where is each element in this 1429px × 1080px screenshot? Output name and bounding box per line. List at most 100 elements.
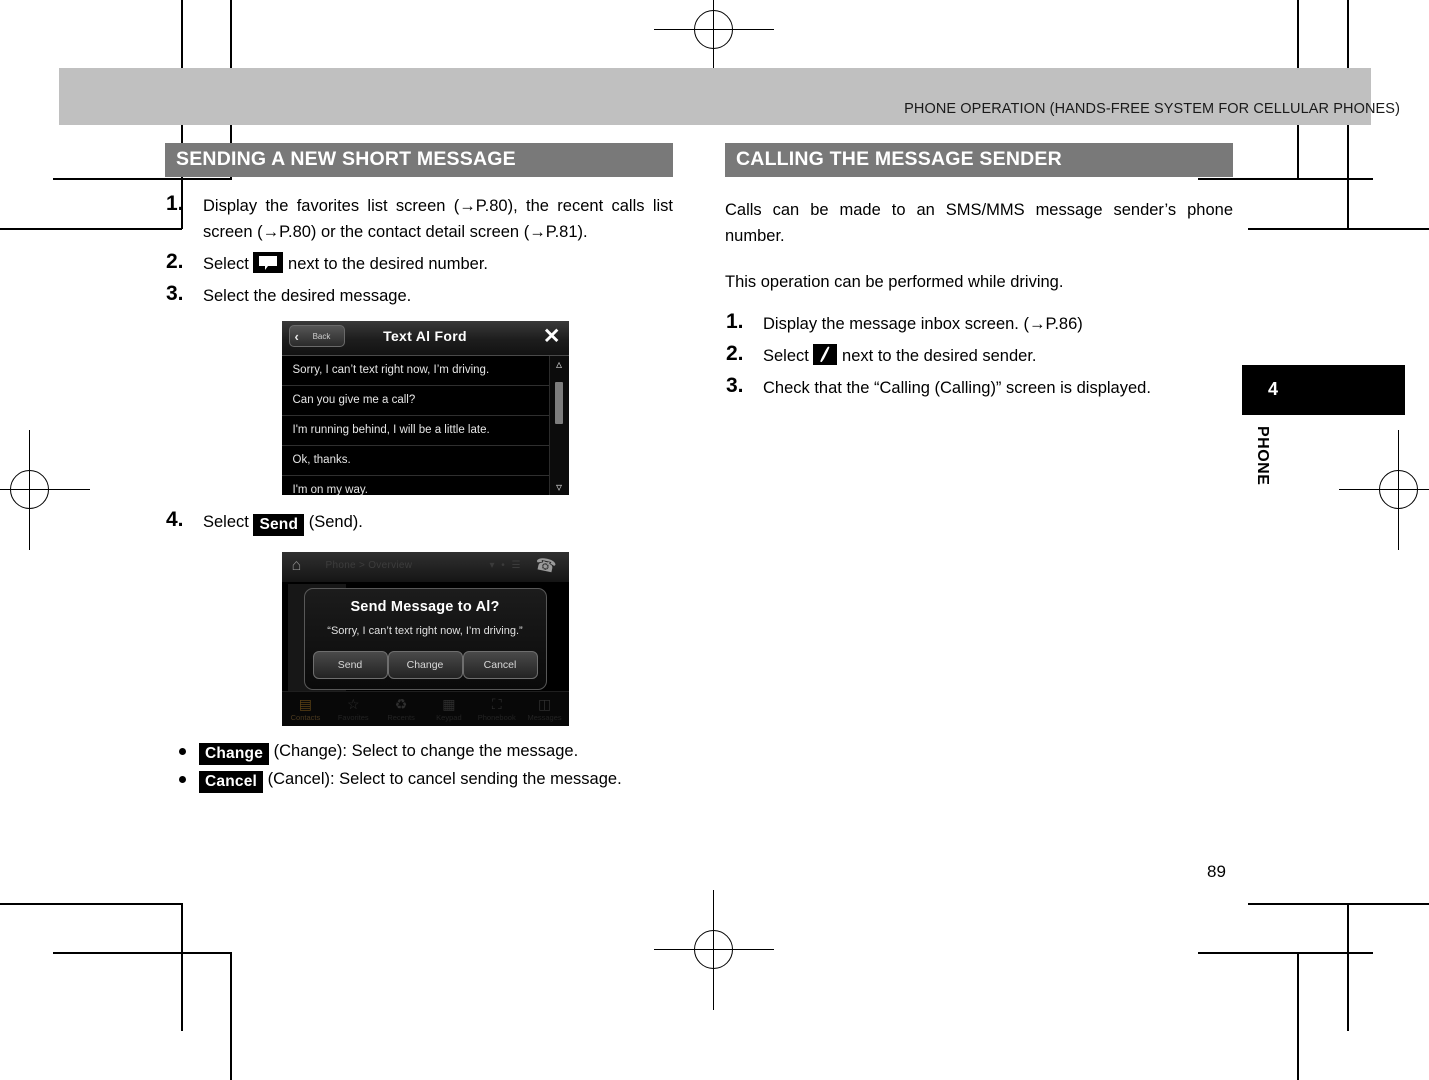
dialog-button-row: Send Change Cancel xyxy=(312,651,538,679)
left-column-steps: 1. Display the favorites list screen (→P… xyxy=(165,192,673,309)
registration-mark-bottom xyxy=(654,890,774,1010)
phone-handset-icon[interactable] xyxy=(813,344,838,365)
bullet-cancel: Cancel (Cancel): Select to cancel sendin… xyxy=(179,766,673,793)
message-list-screenshot: ‹ Back Text Al Ford ✕ Sorry, I can’t tex… xyxy=(281,321,569,495)
step-number: 1. xyxy=(726,310,744,333)
tab-label: Favorites xyxy=(337,712,369,722)
dialog-cancel-button[interactable]: Cancel xyxy=(462,651,538,679)
step-text-after: next to the desired number. xyxy=(288,255,489,273)
chapter-thumb-tab: 4 xyxy=(1242,365,1405,415)
section-heading-calling-sender: CALLING THE MESSAGE SENDER xyxy=(725,143,1233,177)
option-bullets: Change (Change): Select to change the me… xyxy=(165,738,673,793)
contacts-icon: ▤ xyxy=(298,695,313,712)
crop-mark-line xyxy=(1248,228,1429,230)
star-icon: ☆ xyxy=(346,695,360,712)
step-3: 3. Select the desired message. xyxy=(165,282,673,309)
scrollbar[interactable]: ▵ ▿ xyxy=(548,356,569,495)
step-number: 2. xyxy=(166,250,184,273)
step-number: 2. xyxy=(726,342,744,365)
chapter-label: PHONE xyxy=(1254,426,1271,486)
dialog-question: Send Message to Al? xyxy=(350,599,500,615)
breadcrumb: Phone > Overview xyxy=(325,560,413,571)
confirmation-dialog: Send Message to Al? “Sorry, I can’t text… xyxy=(303,588,547,690)
phone-handset-icon: ☎ xyxy=(533,554,559,577)
tab-messages[interactable]: ◫ Messages xyxy=(521,696,569,723)
step-text: Check that the “Calling (Calling)” scree… xyxy=(763,379,1151,397)
left-column-steps-continued: 4. Select Send (Send). xyxy=(165,508,673,536)
tab-label: Contacts xyxy=(290,712,321,722)
step-text-after: (Send). xyxy=(308,513,363,531)
step-text: Display the favorites list screen (→P.80… xyxy=(203,197,673,241)
status-icons: ▾ • ☰ xyxy=(489,560,523,571)
bullet-dot-icon xyxy=(179,776,186,783)
crop-mark-line xyxy=(1248,903,1429,905)
left-column: SENDING A NEW SHORT MESSAGE 1. Display t… xyxy=(165,143,673,794)
tab-label: Messages xyxy=(527,712,562,722)
tab-label: Keypad xyxy=(436,712,462,722)
crop-mark-line xyxy=(1347,903,1349,1031)
chapter-number: 4 xyxy=(1268,379,1279,399)
message-bubble-icon[interactable] xyxy=(253,252,284,273)
keypad-icon: ▦ xyxy=(442,695,456,712)
step-1: 1. Display the message inbox screen. (→P… xyxy=(725,310,1233,337)
step-text-after: next to the desired sender. xyxy=(842,347,1037,365)
step-text-before: Select xyxy=(763,347,809,365)
right-column: CALLING THE MESSAGE SENDER Calls can be … xyxy=(725,143,1233,407)
tab-recents[interactable]: ♻ Recents xyxy=(377,696,425,723)
change-keycap[interactable]: Change xyxy=(199,743,270,765)
tab-keypad[interactable]: ▦ Keypad xyxy=(425,696,473,723)
tab-contacts[interactable]: ▤ Contacts xyxy=(282,696,330,723)
step-number: 1. xyxy=(166,192,184,215)
crop-mark-line xyxy=(1297,952,1299,1080)
list-item[interactable]: I'm running behind, I will be a little l… xyxy=(281,416,569,446)
page-number: 89 xyxy=(1207,862,1226,881)
bullet-change: Change (Change): Select to change the me… xyxy=(179,738,673,765)
tab-phonebook[interactable]: ⛶ Phonebook xyxy=(473,696,521,723)
tab-label: Recents xyxy=(387,712,415,722)
step-2: 2. Select next to the desired number. xyxy=(165,250,673,277)
tab-favorites[interactable]: ☆ Favorites xyxy=(329,696,377,723)
recents-icon: ♻ xyxy=(394,695,408,712)
bullet-dot-icon xyxy=(179,748,186,755)
section-heading-sending-message: SENDING A NEW SHORT MESSAGE xyxy=(165,143,673,177)
send-confirmation-screenshot: ⌂ Phone > Overview ▾ • ☰ ☎ Send Message … xyxy=(281,552,569,726)
step-number: 3. xyxy=(726,374,744,397)
running-header-title: PHONE OPERATION (HANDS-FREE SYSTEM FOR C… xyxy=(904,101,1400,117)
dialog-change-button[interactable]: Change xyxy=(387,651,463,679)
chevron-up-icon[interactable]: ▵ xyxy=(550,357,569,371)
step-text: Display the message inbox screen. (→P.86… xyxy=(763,315,1083,333)
crop-mark-line xyxy=(1198,952,1373,954)
dialog-message-body: “Sorry, I can’t text right now, I’m driv… xyxy=(327,625,523,637)
scrollbar-thumb[interactable] xyxy=(554,382,563,424)
screenshot-tabbar: ▤ Contacts ☆ Favorites ♻ Recents ▦ Keypa… xyxy=(281,691,569,726)
dialog-send-button[interactable]: Send xyxy=(312,651,388,679)
chevron-down-icon[interactable]: ▿ xyxy=(550,480,569,494)
list-item[interactable]: Ok, thanks. xyxy=(281,446,569,476)
step-number: 4. xyxy=(166,508,184,531)
list-item[interactable]: Sorry, I can’t text right now, I’m drivi… xyxy=(281,356,569,386)
list-item[interactable]: Can you give me a call? xyxy=(281,386,569,416)
send-keycap[interactable]: Send xyxy=(253,514,305,536)
bullet-text: (Cancel): Select to cancel sending the m… xyxy=(267,770,622,788)
phonebook-icon: ⛶ xyxy=(491,695,502,712)
list-item[interactable]: I'm on my way. xyxy=(282,476,569,495)
step-text: Select the desired message. xyxy=(203,287,412,305)
registration-mark-left xyxy=(0,430,90,550)
step-4: 4. Select Send (Send). xyxy=(165,508,673,536)
intro-paragraph-1: Calls can be made to an SMS/MMS message … xyxy=(725,201,1233,245)
home-icon[interactable]: ⌂ xyxy=(292,557,302,575)
screenshot-title: Text Al Ford xyxy=(383,328,467,344)
step-text-before: Select xyxy=(203,255,249,273)
bullet-text: (Change): Select to change the message. xyxy=(273,742,579,760)
intro-paragraph-2: This operation can be performed while dr… xyxy=(725,273,1064,291)
cancel-keycap[interactable]: Cancel xyxy=(199,771,264,793)
step-number: 3. xyxy=(166,282,184,305)
step-2: 2. Select next to the desired sender. xyxy=(725,342,1233,369)
crop-mark-line xyxy=(181,903,183,1031)
tab-label: Phonebook xyxy=(477,712,516,722)
right-column-steps: 1. Display the message inbox screen. (→P… xyxy=(725,310,1233,401)
close-icon[interactable]: ✕ xyxy=(543,326,561,347)
registration-mark-right xyxy=(1339,430,1429,550)
crop-mark-line xyxy=(53,952,231,954)
crop-mark-line xyxy=(0,903,182,905)
